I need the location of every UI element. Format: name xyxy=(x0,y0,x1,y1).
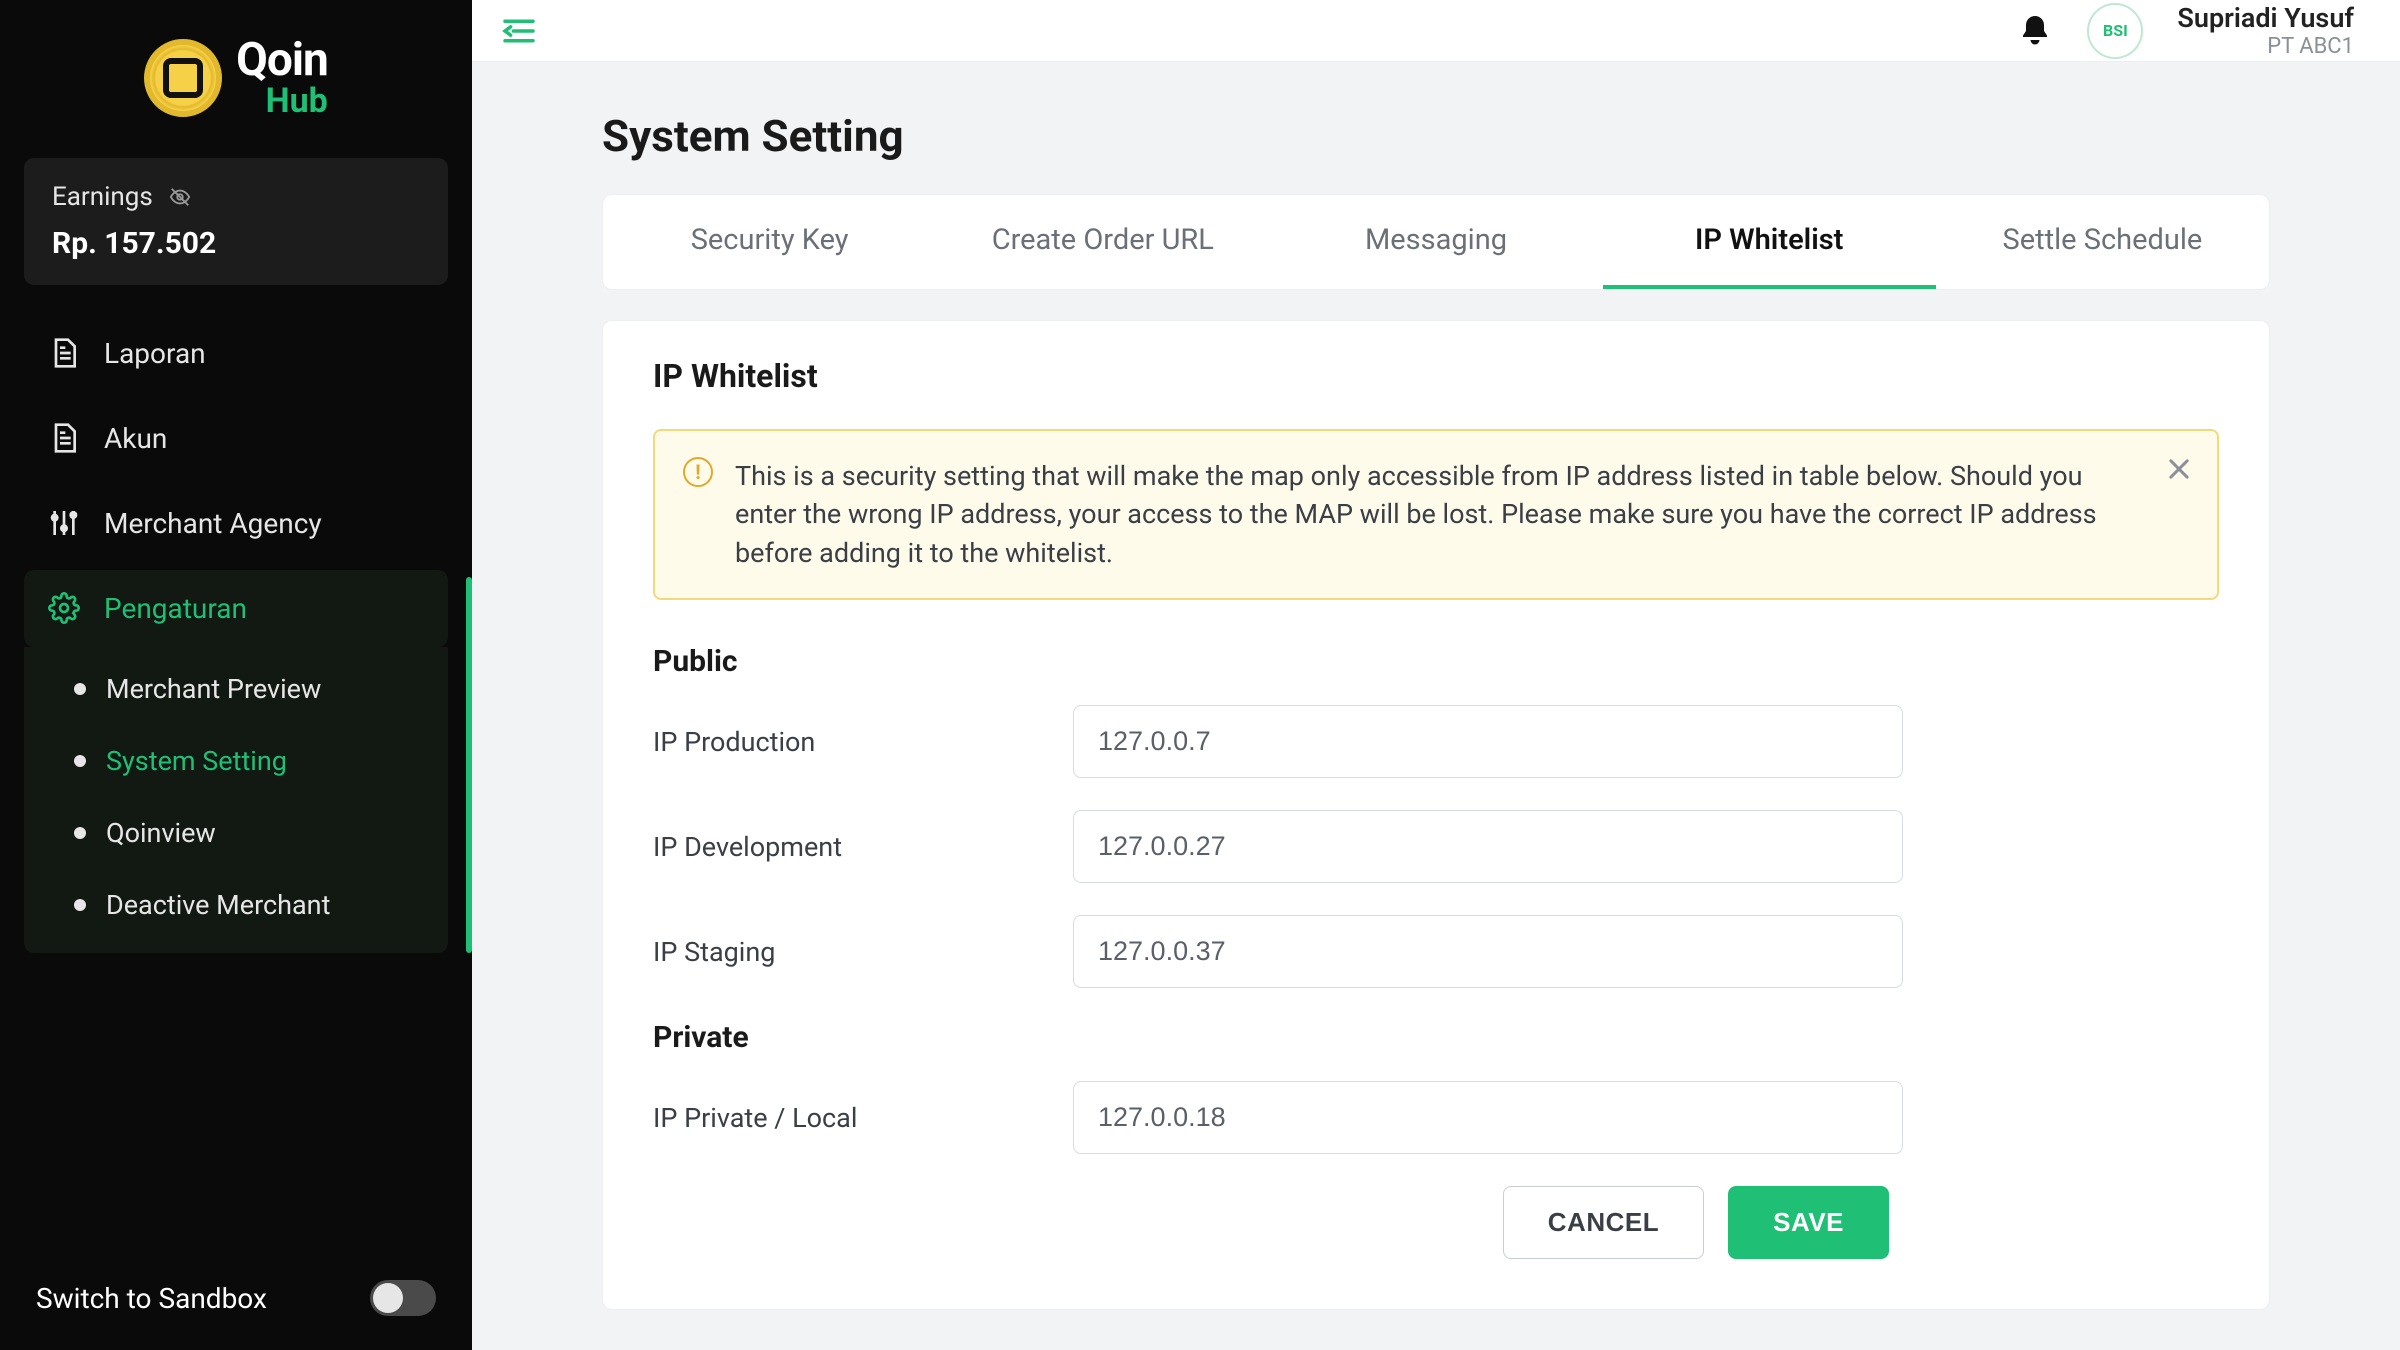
user-name: Supriadi Yusuf xyxy=(2177,2,2354,34)
page-title: System Setting xyxy=(602,110,2270,162)
ip-development-input[interactable] xyxy=(1073,810,1903,883)
sidebar: Qoin Hub Earnings Rp. 157.502 Laporan xyxy=(0,0,472,1350)
field-label: IP Development xyxy=(653,831,1073,863)
field-label: IP Staging xyxy=(653,936,1073,968)
earnings-value: Rp. 157.502 xyxy=(52,226,420,261)
field-ip-development: IP Development xyxy=(653,810,2219,883)
main: BSI Supriadi Yusuf PT ABC1 System Settin… xyxy=(472,0,2400,1350)
save-button[interactable]: SAVE xyxy=(1728,1186,1889,1259)
alert-text: This is a security setting that will mak… xyxy=(735,457,2189,572)
sidebar-item-akun[interactable]: Akun xyxy=(24,400,448,477)
subnav-item-merchant-preview[interactable]: Merchant Preview xyxy=(24,653,448,725)
section-public: Public xyxy=(653,644,2219,679)
bullet-icon xyxy=(74,899,86,911)
ip-production-input[interactable] xyxy=(1073,705,1903,778)
sidebar-item-label: Pengaturan xyxy=(104,592,247,625)
tab-settle-schedule[interactable]: Settle Schedule xyxy=(1936,195,2269,289)
subnav-item-qoinview[interactable]: Qoinview xyxy=(24,797,448,869)
field-ip-staging: IP Staging xyxy=(653,915,2219,988)
sidebar-item-label: Akun xyxy=(104,422,167,455)
sidebar-item-pengaturan[interactable]: Pengaturan xyxy=(24,570,448,647)
subnav-item-label: Qoinview xyxy=(106,817,216,849)
cancel-button[interactable]: CANCEL xyxy=(1503,1186,1704,1259)
eye-off-icon[interactable] xyxy=(167,186,193,208)
document-icon xyxy=(48,337,80,369)
warning-alert: ! This is a security setting that will m… xyxy=(653,429,2219,600)
avatar-text: BSI xyxy=(2103,21,2128,40)
tabs: Security Key Create Order URL Messaging … xyxy=(602,194,2270,290)
user-block: Supriadi Yusuf PT ABC1 xyxy=(2177,2,2354,59)
gear-icon xyxy=(48,592,80,624)
ip-staging-input[interactable] xyxy=(1073,915,1903,988)
bullet-icon xyxy=(74,827,86,839)
avatar[interactable]: BSI xyxy=(2087,3,2143,59)
toggle-knob xyxy=(373,1283,403,1313)
bell-icon[interactable] xyxy=(2017,11,2053,51)
brand-coin-icon xyxy=(144,39,222,117)
earnings-card: Earnings Rp. 157.502 xyxy=(24,158,448,285)
sidebar-item-merchant-agency[interactable]: Merchant Agency xyxy=(24,485,448,562)
sliders-icon xyxy=(48,507,80,539)
bullet-icon xyxy=(74,683,86,695)
field-label: IP Production xyxy=(653,726,1073,758)
warning-icon: ! xyxy=(683,457,713,487)
content: System Setting Security Key Create Order… xyxy=(472,62,2400,1350)
collapse-sidebar-icon[interactable] xyxy=(502,17,536,45)
sidebar-footer: Switch to Sandbox xyxy=(24,1280,448,1326)
sidebar-item-label: Laporan xyxy=(104,337,206,370)
tab-ip-whitelist[interactable]: IP Whitelist xyxy=(1603,195,1936,289)
earnings-label: Earnings xyxy=(52,182,153,212)
tab-create-order-url[interactable]: Create Order URL xyxy=(936,195,1269,289)
tab-security-key[interactable]: Security Key xyxy=(603,195,936,289)
sidebar-item-label: Merchant Agency xyxy=(104,507,322,540)
brand-text-line2: Hub xyxy=(236,84,328,120)
subnav-item-deactive-merchant[interactable]: Deactive Merchant xyxy=(24,869,448,941)
user-org: PT ABC1 xyxy=(2177,34,2354,59)
sandbox-switch-label: Switch to Sandbox xyxy=(36,1282,267,1315)
tab-messaging[interactable]: Messaging xyxy=(1269,195,1602,289)
field-ip-production: IP Production xyxy=(653,705,2219,778)
panel-ip-whitelist: IP Whitelist ! This is a security settin… xyxy=(602,320,2270,1310)
ip-private-input[interactable] xyxy=(1073,1081,1903,1154)
subnav-item-label: Merchant Preview xyxy=(106,673,321,705)
form-actions: CANCEL SAVE xyxy=(653,1186,2219,1259)
close-icon[interactable] xyxy=(2165,455,2193,483)
field-label: IP Private / Local xyxy=(653,1102,1073,1134)
sandbox-toggle[interactable] xyxy=(370,1280,436,1316)
document-icon xyxy=(48,422,80,454)
brand-logo: Qoin Hub xyxy=(24,36,448,120)
subnav-item-label: System Setting xyxy=(106,745,287,777)
sidebar-nav: Laporan Akun Merchant Agency Pengaturan … xyxy=(24,315,448,953)
panel-title: IP Whitelist xyxy=(653,357,2219,395)
field-ip-private: IP Private / Local xyxy=(653,1081,2219,1154)
brand-text-line1: Qoin xyxy=(236,36,328,84)
bullet-icon xyxy=(74,755,86,767)
sidebar-subnav-pengaturan: Merchant Preview System Setting Qoinview… xyxy=(24,647,448,953)
subnav-item-label: Deactive Merchant xyxy=(106,889,330,921)
sidebar-item-laporan[interactable]: Laporan xyxy=(24,315,448,392)
subnav-item-system-setting[interactable]: System Setting xyxy=(24,725,448,797)
topbar: BSI Supriadi Yusuf PT ABC1 xyxy=(472,0,2400,62)
section-private: Private xyxy=(653,1020,2219,1055)
